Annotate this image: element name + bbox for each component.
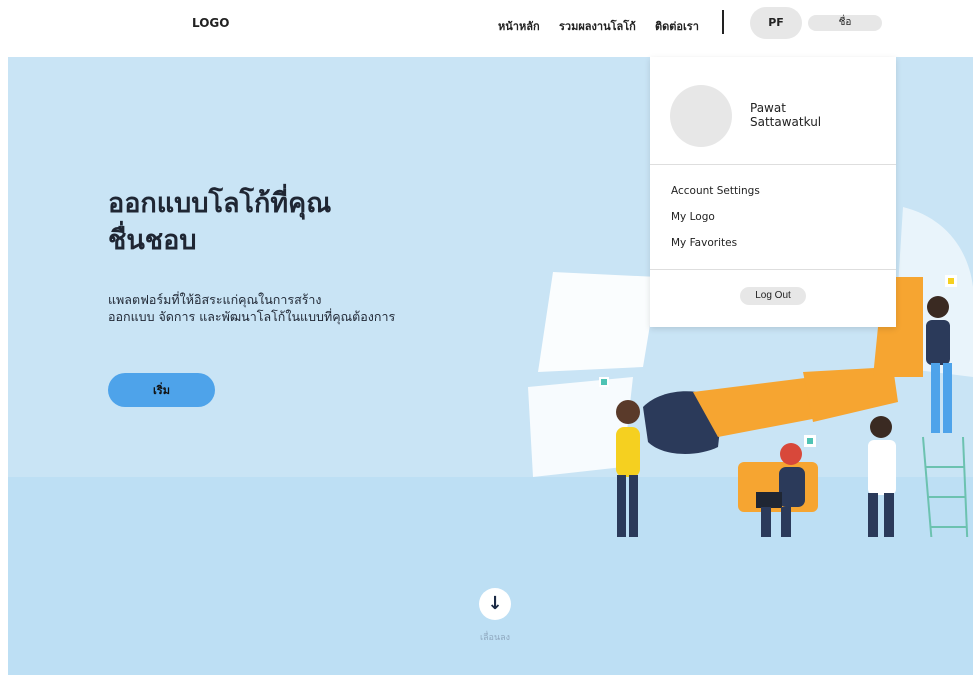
- dropdown-divider: [650, 269, 896, 270]
- profile-avatar-button[interactable]: PF: [750, 7, 802, 39]
- nav-home[interactable]: หน้าหลัก: [498, 17, 540, 35]
- dropdown-user-name: Pawat Sattawatkul: [750, 101, 890, 129]
- start-button[interactable]: เริ่ม: [108, 373, 215, 407]
- nav-portfolio[interactable]: รวมผลงานโลโก้: [559, 17, 636, 35]
- scroll-down-button[interactable]: ↓: [479, 588, 511, 620]
- subtitle-line-2: ออกแบบ จัดการ และพัฒนาโลโก้ในแบบที่คุณต้…: [108, 309, 396, 324]
- top-navbar: LOGO หน้าหลัก รวมผลงานโลโก้ ติดต่อเรา PF…: [0, 0, 973, 57]
- dropdown-avatar: [670, 85, 732, 147]
- menu-account-settings[interactable]: Account Settings: [671, 185, 760, 197]
- user-last-name: Sattawatkul: [750, 115, 822, 129]
- hero-headline: ออกแบบโลโก้ที่คุณ ชื่นชอบ: [108, 185, 428, 259]
- arrow-down-icon: ↓: [487, 593, 503, 614]
- user-first-name: Pawat: [750, 101, 786, 115]
- scroll-down-label: เลื่อนลง: [479, 633, 511, 643]
- headline-line-1: ออกแบบโลโก้ที่คุณ: [108, 188, 332, 219]
- headline-line-2: ชื่นชอบ: [108, 225, 197, 256]
- nav-contact[interactable]: ติดต่อเรา: [655, 17, 699, 35]
- hero-subtitle: แพลตฟอร์มที่ให้อิสระแก่คุณในการสร้าง ออก…: [108, 291, 468, 325]
- nav-divider: [722, 10, 724, 34]
- logo[interactable]: LOGO: [192, 16, 229, 30]
- subtitle-line-1: แพลตฟอร์มที่ให้อิสระแก่คุณในการสร้าง: [108, 292, 322, 307]
- logout-button[interactable]: Log Out: [740, 287, 806, 305]
- profile-dropdown: Pawat Sattawatkul Account Settings My Lo…: [650, 57, 896, 327]
- menu-my-logo[interactable]: My Logo: [671, 211, 715, 223]
- user-name-pill[interactable]: ชื่อ: [808, 15, 882, 31]
- dropdown-divider: [650, 164, 896, 165]
- menu-my-favorites[interactable]: My Favorites: [671, 237, 737, 249]
